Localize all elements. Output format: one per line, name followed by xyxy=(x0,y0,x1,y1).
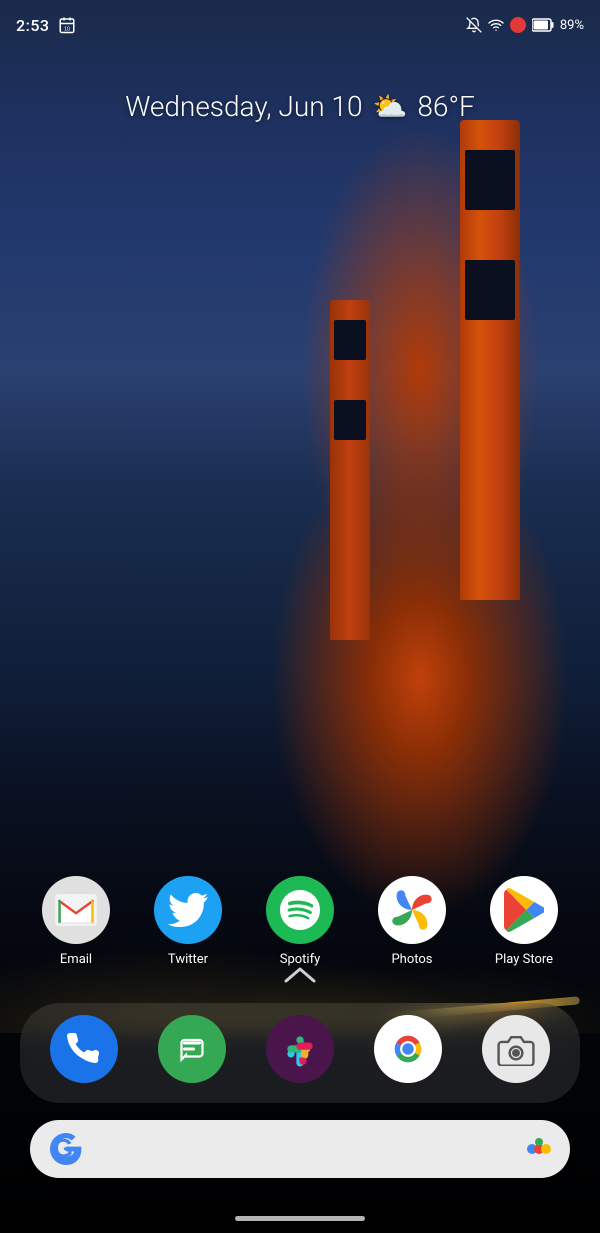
camera-icon[interactable] xyxy=(482,1015,550,1083)
photos-icon[interactable] xyxy=(378,876,446,944)
status-time: 2:53 xyxy=(16,16,50,35)
status-left: 2:53 10 xyxy=(16,16,76,35)
phone-icon[interactable] xyxy=(50,1015,118,1083)
google-assistant-icon[interactable] xyxy=(524,1134,554,1164)
messages-icon[interactable] xyxy=(158,1015,226,1083)
app-grid: Email Twitter Spotify xyxy=(0,876,600,973)
date-weather-widget: Wednesday, Jun 10 ⛅ 86°F xyxy=(0,90,600,123)
status-bar: 2:53 10 xyxy=(0,0,600,50)
wifi-icon xyxy=(488,17,504,33)
status-right: 89% xyxy=(466,17,584,33)
google-logo: G xyxy=(50,1133,82,1165)
dock xyxy=(20,1003,580,1103)
playstore-icon[interactable] xyxy=(490,876,558,944)
app-spotify[interactable]: Spotify xyxy=(255,876,345,967)
app-row-main: Email Twitter Spotify xyxy=(20,876,580,967)
app-twitter[interactable]: Twitter xyxy=(143,876,233,967)
battery-icon xyxy=(532,18,554,32)
email-icon[interactable] xyxy=(42,876,110,944)
bell-muted-icon xyxy=(466,17,482,33)
email-label: Email xyxy=(60,952,92,967)
photos-label: Photos xyxy=(391,952,432,967)
battery-percentage: 89% xyxy=(560,18,584,33)
dock-phone[interactable] xyxy=(50,1015,118,1091)
dock-messages[interactable] xyxy=(158,1015,226,1091)
recording-icon xyxy=(510,17,526,33)
search-bar[interactable]: G xyxy=(30,1120,570,1178)
bridge-tower-left xyxy=(330,300,370,640)
calendar-icon: 10 xyxy=(58,16,76,34)
svg-text:G: G xyxy=(53,1135,73,1163)
app-photos[interactable]: Photos xyxy=(367,876,457,967)
chrome-icon[interactable] xyxy=(374,1015,442,1083)
slack-icon[interactable] xyxy=(266,1015,334,1083)
twitter-icon[interactable] xyxy=(154,876,222,944)
twitter-label: Twitter xyxy=(168,952,208,967)
svg-text:10: 10 xyxy=(64,26,70,32)
dock-chrome[interactable] xyxy=(374,1015,442,1091)
app-playstore[interactable]: Play Store xyxy=(479,876,569,967)
spotify-icon[interactable] xyxy=(266,876,334,944)
weather-icon: ⛅ xyxy=(373,90,408,123)
dock-camera[interactable] xyxy=(482,1015,550,1091)
playstore-label: Play Store xyxy=(495,952,553,967)
home-indicator xyxy=(235,1216,365,1221)
date-text: Wednesday, Jun 10 ⛅ 86°F xyxy=(0,90,600,123)
bridge-tower-right xyxy=(460,120,520,600)
dock-slack[interactable] xyxy=(266,1015,334,1091)
swipe-up-indicator[interactable] xyxy=(282,965,318,985)
date-label: Wednesday, Jun 10 xyxy=(125,90,362,123)
temperature-label: 86°F xyxy=(417,90,474,123)
app-email[interactable]: Email xyxy=(31,876,121,967)
